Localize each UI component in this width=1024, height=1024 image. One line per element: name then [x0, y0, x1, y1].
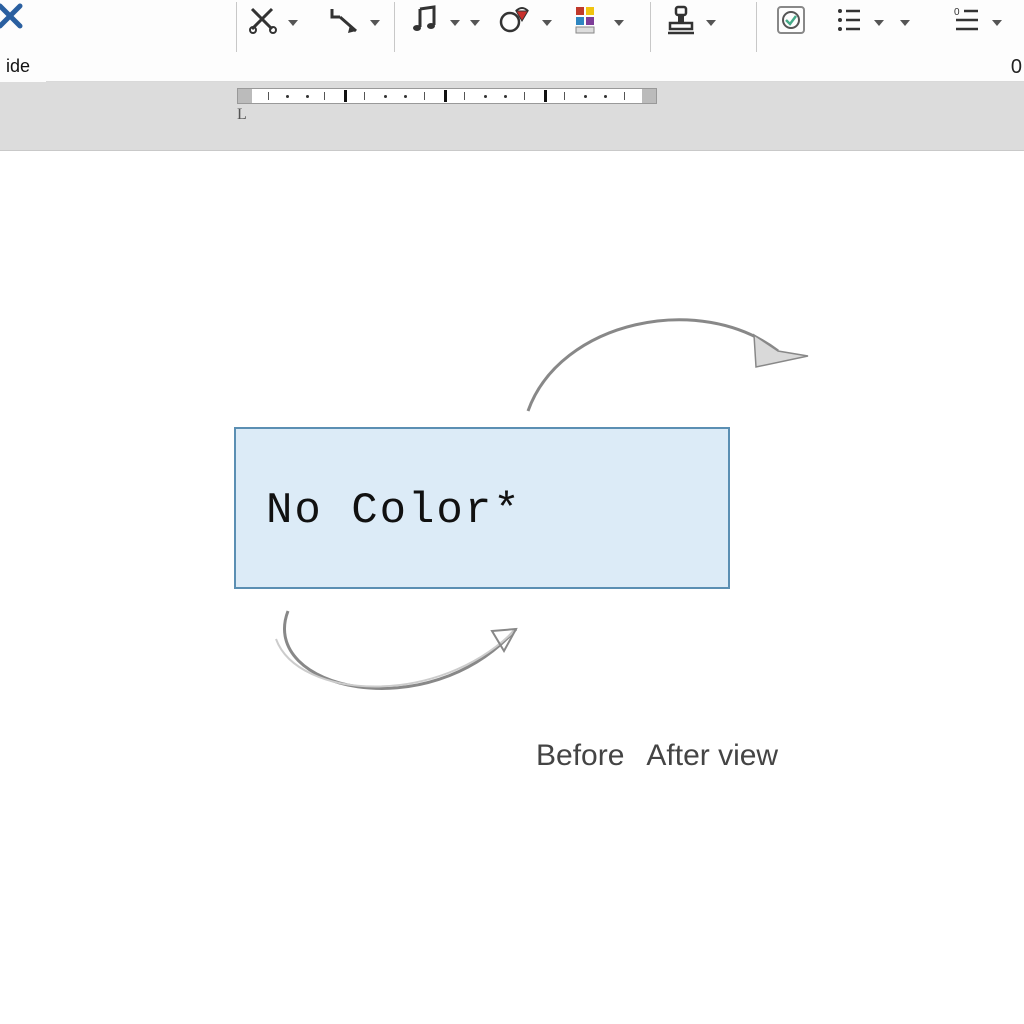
color-grid-button[interactable]	[574, 0, 604, 40]
dropdown-chevron-icon[interactable]	[540, 16, 554, 30]
dropdown-chevron-icon[interactable]	[990, 16, 1004, 30]
toolbar-separator	[756, 2, 757, 52]
colorgrid-icon	[574, 5, 604, 35]
slide-canvas[interactable]: No Color* Before After view	[0, 150, 1024, 1024]
slide-panel-label: ide	[0, 56, 46, 77]
curved-arrow-top[interactable]	[520, 301, 820, 431]
curved-arrow-bottom[interactable]	[268, 599, 548, 729]
connector-button[interactable]	[328, 0, 362, 40]
insert-audio-button[interactable]	[410, 0, 440, 40]
checklist-icon	[776, 5, 806, 35]
stamp-icon	[666, 5, 696, 35]
connector-icon	[328, 5, 362, 35]
bullist-icon: 0	[952, 5, 982, 35]
bulleted-list-button[interactable]: 0	[952, 0, 982, 40]
svg-text:0: 0	[954, 7, 960, 18]
dropdown-chevron-icon[interactable]	[612, 16, 626, 30]
ribbon-toolbar: ide	[0, 0, 1024, 82]
dropdown-chevron-icon[interactable]	[368, 16, 382, 30]
stamp-button[interactable]	[666, 0, 696, 40]
toolbar-separator	[650, 2, 651, 52]
shape-set-button[interactable]	[498, 0, 532, 40]
dropdown-chevron-icon[interactable]	[704, 16, 718, 30]
ruler-band: L	[0, 82, 1024, 150]
dropdown-chevron-icon[interactable]	[448, 16, 462, 30]
no-color-textbox[interactable]: No Color*	[234, 427, 730, 589]
right-readout: 0	[1011, 56, 1022, 79]
caption-text[interactable]: Before After view	[536, 739, 778, 773]
numbered-list-button[interactable]	[834, 0, 864, 40]
ruler-endcap-left[interactable]	[238, 89, 252, 103]
numlist-icon	[834, 5, 864, 35]
cut-icon	[248, 5, 278, 35]
toolbar-separator	[236, 2, 237, 52]
dropdown-chevron-icon[interactable]	[898, 16, 912, 30]
dropdown-chevron-icon[interactable]	[872, 16, 886, 30]
horizontal-ruler[interactable]	[237, 88, 657, 104]
ruler-endcap-right[interactable]	[642, 89, 656, 103]
ruler-indent-marker[interactable]: L	[237, 106, 251, 130]
music-icon	[410, 5, 440, 35]
task-list-button[interactable]	[776, 0, 806, 40]
slide-panel-fragment: ide	[0, 0, 46, 82]
shapeset-icon	[498, 5, 532, 35]
caption-before: Before	[536, 739, 624, 772]
textbox-text: No Color*	[266, 479, 522, 538]
dropdown-chevron-icon[interactable]	[286, 16, 300, 30]
toolbar-separator	[394, 2, 395, 52]
caption-after: After view	[646, 739, 778, 772]
close-icon[interactable]	[0, 0, 40, 36]
dropdown-chevron-icon[interactable]	[468, 16, 482, 30]
cut-button[interactable]	[248, 0, 278, 40]
